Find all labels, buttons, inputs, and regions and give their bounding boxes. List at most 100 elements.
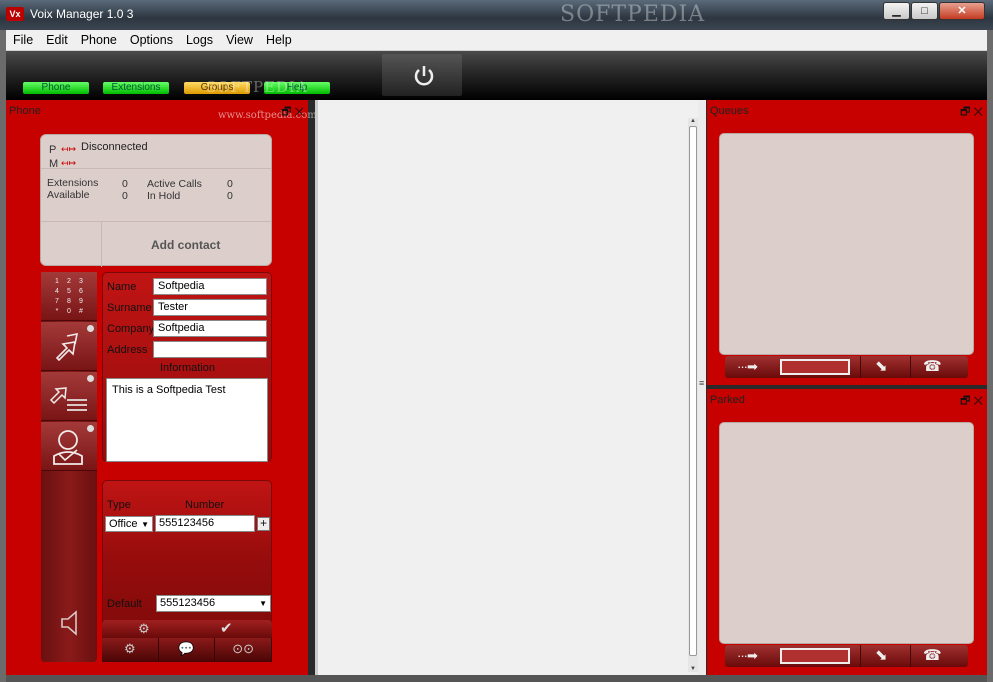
power-icon [414, 66, 434, 86]
settings-gear-button[interactable]: ⚙ [102, 638, 159, 662]
queue-target-input[interactable] [780, 359, 850, 375]
close-window-button[interactable]: ✕ [939, 2, 985, 20]
settings-small-icon[interactable]: ⚙ [138, 621, 150, 637]
chat-bubble-button[interactable]: 💬 [159, 638, 216, 662]
window-title: Voix Manager 1.0 3 [30, 7, 134, 21]
app-logo-icon: Vx [6, 7, 24, 21]
speaker-button[interactable] [59, 609, 81, 640]
key-label: 2 [67, 278, 71, 285]
dialpad-button[interactable]: 1 2 3 4 5 6 7 8 9 * 0 # [41, 272, 97, 321]
key-label: 7 [55, 298, 59, 305]
transfer-button[interactable] [41, 322, 97, 371]
scroll-up-icon[interactable]: ▲ [688, 118, 698, 124]
transfer-arrow-icon[interactable]: ···➡ [737, 648, 758, 664]
connection-icons: ↤↦ ↤↦ [61, 142, 76, 170]
default-number-select[interactable]: 555123456 ▼ [156, 595, 271, 612]
pickup-arrow-icon[interactable]: ⬊ [875, 357, 888, 375]
number-type-value: Office [109, 518, 138, 530]
status-box: P M ↤↦ ↤↦ Disconnected Extensions 0 Acti… [40, 134, 272, 267]
nav-phone-button[interactable]: Phone [23, 82, 89, 94]
transfer-arrows-icon [55, 332, 79, 362]
address-input[interactable] [153, 341, 267, 358]
add-number-button[interactable]: + [257, 517, 270, 531]
watermark: SOFTPEDIA [560, 2, 706, 27]
parked-panel-title: Parked [710, 394, 745, 406]
key-label: 4 [55, 288, 59, 295]
restore-icon[interactable]: 🗗 [960, 395, 970, 407]
type-column-header: Type [107, 499, 131, 511]
menu-options[interactable]: Options [123, 30, 179, 47]
surname-input[interactable]: Tester [153, 299, 267, 316]
phone-panel-controls: 🗗 ✕ [281, 103, 304, 122]
content-area: Phone www.softpedia.com 🗗 ✕ P M ↤↦ ↤↦ Di… [6, 100, 987, 675]
transfer-list-icon [49, 387, 87, 411]
parked-panel-controls: 🗗 ✕ [960, 392, 983, 411]
key-label: # [79, 308, 83, 315]
maximize-button[interactable]: □ [911, 2, 938, 20]
p-line-label: P [49, 144, 57, 156]
dialpad-icon: 1 2 3 4 5 6 7 8 9 * 0 # [51, 278, 87, 315]
transfer-list-button[interactable] [41, 372, 97, 421]
menu-phone[interactable]: Phone [74, 30, 123, 47]
number-column-header: Number [185, 499, 225, 511]
menu-file[interactable]: File [6, 30, 39, 47]
close-icon[interactable]: ✕ [973, 106, 983, 118]
p-connection-icon: ↤↦ [61, 144, 77, 154]
company-input[interactable]: Softpedia [153, 320, 267, 337]
queues-list[interactable] [719, 133, 974, 355]
contact-call-button[interactable] [41, 422, 97, 471]
status-led-icon [87, 425, 94, 432]
default-label: Default [107, 598, 142, 610]
line-labels: P M [49, 143, 58, 171]
active-calls-value: 0 [227, 178, 233, 190]
splitter-handle[interactable]: ≡ [698, 100, 706, 675]
divider [41, 221, 271, 222]
divider [910, 645, 911, 667]
menu-help[interactable]: Help [259, 30, 298, 47]
menu-bar: File Edit Phone Options Logs View Help [6, 30, 987, 51]
pickup-arrow-icon[interactable]: ⬊ [875, 646, 888, 664]
hangup-icon[interactable]: ☎ [923, 357, 942, 375]
menu-logs[interactable]: Logs [179, 30, 219, 47]
phone-panel: Phone www.softpedia.com 🗗 ✕ P M ↤↦ ↤↦ Di… [6, 100, 317, 675]
menu-edit[interactable]: Edit [39, 30, 74, 47]
parked-action-bar: ···➡ ⬊ ☎ [725, 645, 968, 667]
add-contact-button[interactable]: Add contact [151, 238, 220, 252]
key-label: 1 [55, 278, 59, 285]
grip-icon: ≡ [699, 378, 705, 388]
vertical-scrollbar[interactable]: ▲ ▼ [688, 118, 698, 672]
menu-view[interactable]: View [219, 30, 259, 47]
available-label: Available [47, 189, 90, 201]
connection-status: Disconnected [81, 141, 148, 153]
main-view [315, 100, 706, 675]
surname-label: Surname [107, 302, 152, 314]
parked-panel: Parked 🗗 ✕ ···➡ ⬊ ☎ [707, 389, 987, 675]
close-icon[interactable]: ✕ [294, 106, 304, 118]
information-textarea[interactable]: This is a Softpedia Test [106, 378, 268, 462]
scroll-down-icon[interactable]: ▼ [688, 666, 698, 672]
name-input[interactable]: Softpedia [153, 278, 267, 295]
name-label: Name [107, 281, 137, 293]
voicemail-button[interactable]: ⊙⊙ [215, 638, 273, 662]
number-type-select[interactable]: Office ▼ [105, 516, 153, 532]
status-bar [6, 675, 987, 682]
divider [860, 645, 861, 667]
parked-target-input[interactable] [780, 648, 850, 664]
close-icon[interactable]: ✕ [973, 395, 983, 407]
checkmark-icon[interactable]: ✔ [220, 619, 233, 637]
queues-action-bar: ···➡ ⬊ ☎ [725, 356, 968, 378]
scroll-thumb[interactable] [689, 126, 697, 656]
nav-extensions-button[interactable]: Extensions [103, 82, 169, 94]
transfer-arrow-icon[interactable]: ···➡ [737, 359, 758, 375]
key-label: 9 [79, 298, 83, 305]
parked-list[interactable] [719, 422, 974, 644]
hangup-icon[interactable]: ☎ [923, 646, 942, 664]
power-button[interactable] [382, 54, 462, 96]
available-value: 0 [122, 190, 128, 202]
restore-icon[interactable]: 🗗 [960, 106, 970, 118]
minimize-button[interactable]: ▁ [883, 2, 910, 20]
number-input[interactable]: 555123456 [155, 515, 255, 532]
restore-icon[interactable]: 🗗 [281, 106, 291, 118]
extensions-label: Extensions [47, 177, 99, 189]
key-label: 0 [67, 308, 71, 315]
